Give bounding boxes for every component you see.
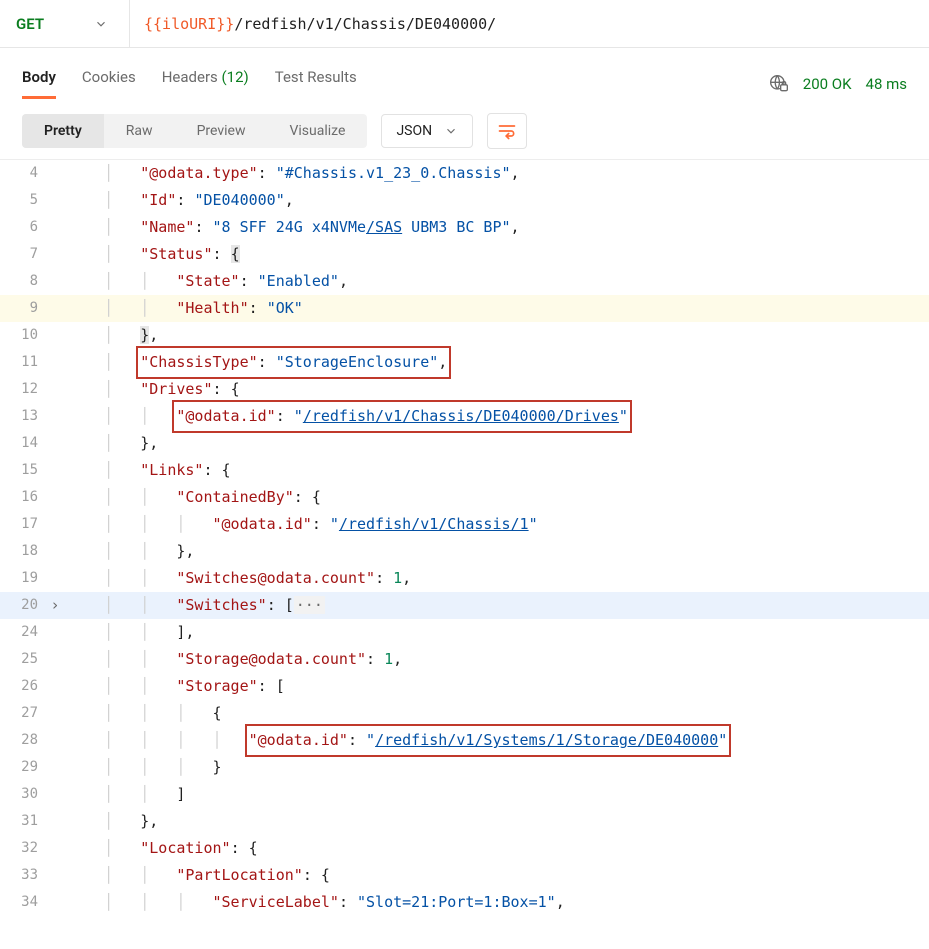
format-select[interactable]: JSON	[381, 114, 473, 148]
response-status: 200 OK 48 ms	[769, 74, 907, 94]
highlight-chassistype: "ChassisType": "StorageEnclosure",	[140, 349, 447, 376]
tab-headers[interactable]: Headers (12)	[162, 68, 249, 99]
tab-body[interactable]: Body	[22, 68, 56, 99]
code-line: 13 │ │ "@odata.id": "/redfish/v1/Chassis…	[0, 403, 929, 430]
code-line: 16 │ │ "ContainedBy": {	[0, 484, 929, 511]
tab-cookies[interactable]: Cookies	[82, 68, 136, 99]
code-line: 26 │ │ "Storage": [	[0, 673, 929, 700]
highlight-storage-odata-id: "@odata.id": "/redfish/v1/Systems/1/Stor…	[249, 727, 728, 754]
chevron-down-icon	[444, 124, 458, 138]
request-bar: GET {{iloURI}}/redfish/v1/Chassis/DE0400…	[0, 0, 929, 48]
status-time: 48 ms	[866, 75, 907, 93]
url-input[interactable]: {{iloURI}}/redfish/v1/Chassis/DE040000/	[130, 0, 510, 47]
link-drives[interactable]: /redfish/v1/Chassis/DE040000/Drives	[303, 407, 619, 425]
code-line: 15 │ "Links": {	[0, 457, 929, 484]
code-line: 18 │ │ },	[0, 538, 929, 565]
code-line: 28 │ │ │ │ "@odata.id": "/redfish/v1/Sys…	[0, 727, 929, 754]
collapsed-indicator[interactable]: ···	[294, 596, 325, 614]
code-line: 19 │ │ "Switches@odata.count": 1,	[0, 565, 929, 592]
code-line: 6 │ "Name": "8 SFF 24G x4NVMe/SAS UBM3 B…	[0, 214, 929, 241]
code-line: 7 │ "Status": {	[0, 241, 929, 268]
code-line: 30 │ │ ]	[0, 781, 929, 808]
code-line: 29 │ │ │ }	[0, 754, 929, 781]
url-path: /redfish/v1/Chassis/DE040000/	[234, 15, 496, 33]
view-mode-segment: Pretty Raw Preview Visualize	[22, 114, 367, 148]
view-raw[interactable]: Raw	[104, 114, 175, 148]
wrap-icon	[497, 122, 517, 140]
link-storage[interactable]: /redfish/v1/Systems/1/Storage/DE040000	[375, 731, 718, 749]
code-line: 11 │ "ChassisType": "StorageEnclosure",	[0, 349, 929, 376]
code-line: 10 │ },	[0, 322, 929, 349]
method-select[interactable]: GET	[0, 0, 130, 47]
response-toolbar: Pretty Raw Preview Visualize JSON	[0, 99, 929, 159]
code-line: 34 │ │ │ "ServiceLabel": "Slot=21:Port=1…	[0, 889, 929, 916]
highlight-drives-odata-id: "@odata.id": "/redfish/v1/Chassis/DE0400…	[176, 403, 628, 430]
code-line: 27 │ │ │ {	[0, 700, 929, 727]
code-line: 33 │ │ "PartLocation": {	[0, 862, 929, 889]
fold-handle[interactable]: ›	[44, 592, 66, 619]
wrap-lines-button[interactable]	[487, 113, 527, 149]
chevron-down-icon	[94, 17, 108, 31]
tab-test-results[interactable]: Test Results	[275, 68, 357, 99]
response-header: Body Cookies Headers (12) Test Results 2…	[0, 48, 929, 99]
code-line: 24 │ │ ],	[0, 619, 929, 646]
link-sas[interactable]: /SAS	[366, 218, 402, 236]
code-line: 12 │ "Drives": {	[0, 376, 929, 403]
code-line: 5 │ "Id": "DE040000",	[0, 187, 929, 214]
view-pretty[interactable]: Pretty	[22, 114, 104, 148]
code-line: 4 │ "@odata.type": "#Chassis.v1_23_0.Cha…	[0, 160, 929, 187]
code-line: 25 │ │ "Storage@odata.count": 1,	[0, 646, 929, 673]
code-line: 8 │ │ "State": "Enabled",	[0, 268, 929, 295]
code-line: 20› │ │ "Switches": [···	[0, 592, 929, 619]
code-line: 9 │ │ "Health": "OK"	[0, 295, 929, 322]
method-label: GET	[16, 15, 44, 33]
response-body[interactable]: 4 │ "@odata.type": "#Chassis.v1_23_0.Cha…	[0, 159, 929, 916]
response-tabs: Body Cookies Headers (12) Test Results	[22, 68, 357, 99]
view-visualize[interactable]: Visualize	[267, 114, 367, 148]
globe-lock-icon	[769, 74, 789, 94]
url-variable: {{iloURI}}	[144, 15, 234, 33]
view-preview[interactable]: Preview	[175, 114, 268, 148]
code-line: 17 │ │ │ "@odata.id": "/redfish/v1/Chass…	[0, 511, 929, 538]
code-line: 32 │ "Location": {	[0, 835, 929, 862]
link-containedby[interactable]: /redfish/v1/Chassis/1	[339, 515, 529, 533]
status-code: 200 OK	[803, 75, 852, 93]
code-line: 31 │ },	[0, 808, 929, 835]
code-line: 14 │ },	[0, 430, 929, 457]
